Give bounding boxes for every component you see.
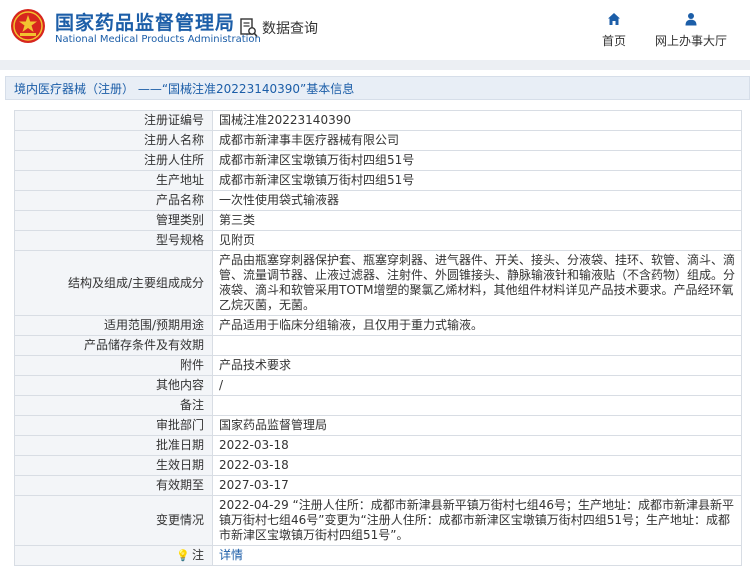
table-row: 备注 bbox=[14, 395, 742, 416]
info-table: 注册证编号 国械注准20223140390 注册人名称 成都市新津事丰医疗器械有限公… bbox=[14, 110, 742, 566]
nav-home-label: 首页 bbox=[602, 34, 627, 48]
table-row: 注册证编号 国械注准20223140390 bbox=[14, 110, 742, 131]
row-label: 批准日期 bbox=[14, 435, 213, 456]
row-label: 生产地址 bbox=[14, 170, 213, 191]
row-label: 注册人名称 bbox=[14, 130, 213, 151]
table-row: 其他内容 / bbox=[14, 375, 742, 396]
user-icon bbox=[685, 13, 697, 26]
row-label: 其他内容 bbox=[14, 375, 213, 396]
nav-home[interactable]: 首页 bbox=[602, 12, 626, 49]
document-search-icon bbox=[240, 18, 258, 38]
table-row: 有效期至 2027-03-17 bbox=[14, 475, 742, 496]
row-label: 注册人住所 bbox=[14, 150, 213, 171]
home-icon bbox=[608, 13, 620, 25]
table-row: 注册人名称 成都市新津事丰医疗器械有限公司 bbox=[14, 130, 742, 151]
row-label: 适用范围/预期用途 bbox=[14, 315, 213, 336]
table-row: 附件 产品技术要求 bbox=[14, 355, 742, 376]
table-row: 💡 注 详情 bbox=[14, 545, 742, 566]
row-value: 国械注准20223140390 bbox=[212, 110, 742, 131]
data-query-link[interactable]: 数据查询 bbox=[240, 17, 318, 39]
table-row: 批准日期 2022-03-18 bbox=[14, 435, 742, 456]
row-value: 国家药品监督管理局 bbox=[212, 415, 742, 436]
table-row: 审批部门 国家药品监督管理局 bbox=[14, 415, 742, 436]
details-link[interactable]: 详情 bbox=[212, 545, 742, 566]
data-query-label: 数据查询 bbox=[262, 21, 318, 37]
row-value: 产品由瓶塞穿刺器保护套、瓶塞穿刺器、进气器件、开关、接头、分液袋、挂环、软管、滴… bbox=[212, 250, 742, 316]
row-value: 产品适用于临床分组输液，且仅用于重力式输液。 bbox=[212, 315, 742, 336]
note-label: 注 bbox=[191, 548, 204, 562]
row-label: 变更情况 bbox=[14, 495, 213, 546]
row-value: 成都市新津事丰医疗器械有限公司 bbox=[212, 130, 742, 151]
row-label: 注册证编号 bbox=[14, 110, 213, 131]
nav-online-label: 网上办事大厅 bbox=[655, 34, 728, 48]
nav-online-hall[interactable]: 网上办事大厅 bbox=[655, 12, 727, 49]
row-value bbox=[212, 335, 742, 356]
breadcrumb: 境内医疗器械（注册） ——“国械注准20223140390”基本信息 bbox=[5, 76, 750, 100]
row-label: 备注 bbox=[14, 395, 213, 416]
table-row: 适用范围/预期用途 产品适用于临床分组输液，且仅用于重力式输液。 bbox=[14, 315, 742, 336]
header-separator bbox=[0, 60, 750, 70]
row-label: 型号规格 bbox=[14, 230, 213, 251]
row-label: 结构及组成/主要组成成分 bbox=[14, 250, 213, 316]
row-value: / bbox=[212, 375, 742, 396]
table-row: 型号规格 见附页 bbox=[14, 230, 742, 251]
row-value: 2027-03-17 bbox=[212, 475, 742, 496]
table-row: 管理类别 第三类 bbox=[14, 210, 742, 231]
table-row: 注册人住所 成都市新津区宝墩镇万街村四组51号 bbox=[14, 150, 742, 171]
table-row: 产品名称 一次性使用袋式输液器 bbox=[14, 190, 742, 211]
site-header: 国家药品监督管理局 National Medical Products Admi… bbox=[0, 0, 750, 60]
table-row: 产品储存条件及有效期 bbox=[14, 335, 742, 356]
table-row: 变更情况 2022-04-29 “注册人住所：成都市新津县新平镇万街村七组46号；… bbox=[14, 495, 742, 546]
row-label: 产品名称 bbox=[14, 190, 213, 211]
row-value: 一次性使用袋式输液器 bbox=[212, 190, 742, 211]
lightbulb-icon: 💡 bbox=[176, 549, 190, 562]
row-value: 见附页 bbox=[212, 230, 742, 251]
breadcrumb-text: 境内医疗器械（注册） ——“国械注准20223140390”基本信息 bbox=[14, 81, 355, 96]
row-value: 第三类 bbox=[212, 210, 742, 231]
row-value: 2022-03-18 bbox=[212, 435, 742, 456]
row-value: 2022-04-29 “注册人住所：成都市新津县新平镇万街村七组46号；生产地址… bbox=[212, 495, 742, 546]
row-value: 2022-03-18 bbox=[212, 455, 742, 476]
table-row: 结构及组成/主要组成成分 产品由瓶塞穿刺器保护套、瓶塞穿刺器、进气器件、开关、接头… bbox=[14, 250, 742, 316]
brand-name-cn[interactable]: 国家药品监督管理局 bbox=[55, 8, 235, 35]
note-label-cell: 💡 注 bbox=[14, 545, 213, 566]
row-value: 成都市新津区宝墩镇万街村四组51号 bbox=[212, 150, 742, 171]
table-row: 生产地址 成都市新津区宝墩镇万街村四组51号 bbox=[14, 170, 742, 191]
row-value bbox=[212, 395, 742, 416]
row-label: 审批部门 bbox=[14, 415, 213, 436]
table-row: 生效日期 2022-03-18 bbox=[14, 455, 742, 476]
row-value: 成都市新津区宝墩镇万街村四组51号 bbox=[212, 170, 742, 191]
row-label: 产品储存条件及有效期 bbox=[14, 335, 213, 356]
brand-name-en: National Medical Products Administration bbox=[55, 34, 261, 45]
row-label: 生效日期 bbox=[14, 455, 213, 476]
row-label: 附件 bbox=[14, 355, 213, 376]
row-value: 产品技术要求 bbox=[212, 355, 742, 376]
emblem-icon[interactable] bbox=[10, 8, 46, 44]
row-label: 管理类别 bbox=[14, 210, 213, 231]
row-label: 有效期至 bbox=[14, 475, 213, 496]
